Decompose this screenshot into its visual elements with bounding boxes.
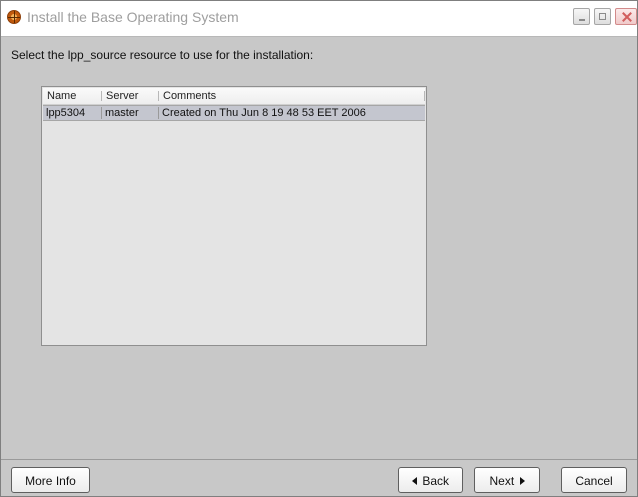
lpp-source-table[interactable]: Name Server Comments lpp5304 master Crea… — [41, 86, 427, 346]
window-title: Install the Base Operating System — [27, 9, 239, 25]
header-divider — [101, 91, 102, 101]
table-cell-comments: Created on Thu Jun 8 19 48 53 EET 2006 — [162, 107, 366, 119]
cancel-label: Cancel — [575, 474, 613, 488]
installer-window: Install the Base Operating System Select… — [0, 0, 638, 497]
column-header-comments[interactable]: Comments — [159, 88, 423, 104]
row-divider — [101, 107, 102, 119]
back-label: Back — [422, 474, 450, 488]
table-header: Name Server Comments — [43, 88, 425, 105]
minimize-button[interactable] — [573, 8, 590, 25]
cancel-button[interactable]: Cancel — [561, 467, 627, 493]
more-info-button[interactable]: More Info — [11, 467, 90, 493]
next-label: Next — [489, 474, 515, 488]
title-bar[interactable]: Install the Base Operating System — [1, 1, 637, 37]
header-divider — [424, 91, 425, 101]
header-divider — [158, 91, 159, 101]
instruction-text: Select the lpp_source resource to use fo… — [11, 48, 314, 62]
app-crosshair-icon — [7, 10, 21, 24]
next-button[interactable]: Next — [474, 467, 540, 493]
table-cell-server: master — [105, 107, 139, 119]
column-header-server[interactable]: Server — [102, 88, 159, 104]
close-button[interactable] — [615, 8, 637, 25]
footer-divider — [1, 459, 637, 460]
back-button[interactable]: Back — [398, 467, 463, 493]
table-row-selected[interactable]: lpp5304 master Created on Thu Jun 8 19 4… — [43, 105, 425, 121]
row-divider — [158, 107, 159, 119]
right-arrow-icon — [519, 476, 525, 485]
left-arrow-icon — [411, 476, 417, 485]
maximize-button[interactable] — [594, 8, 611, 25]
table-cell-name: lpp5304 — [46, 107, 86, 119]
column-header-name[interactable]: Name — [43, 88, 102, 104]
more-info-label: More Info — [25, 474, 76, 488]
